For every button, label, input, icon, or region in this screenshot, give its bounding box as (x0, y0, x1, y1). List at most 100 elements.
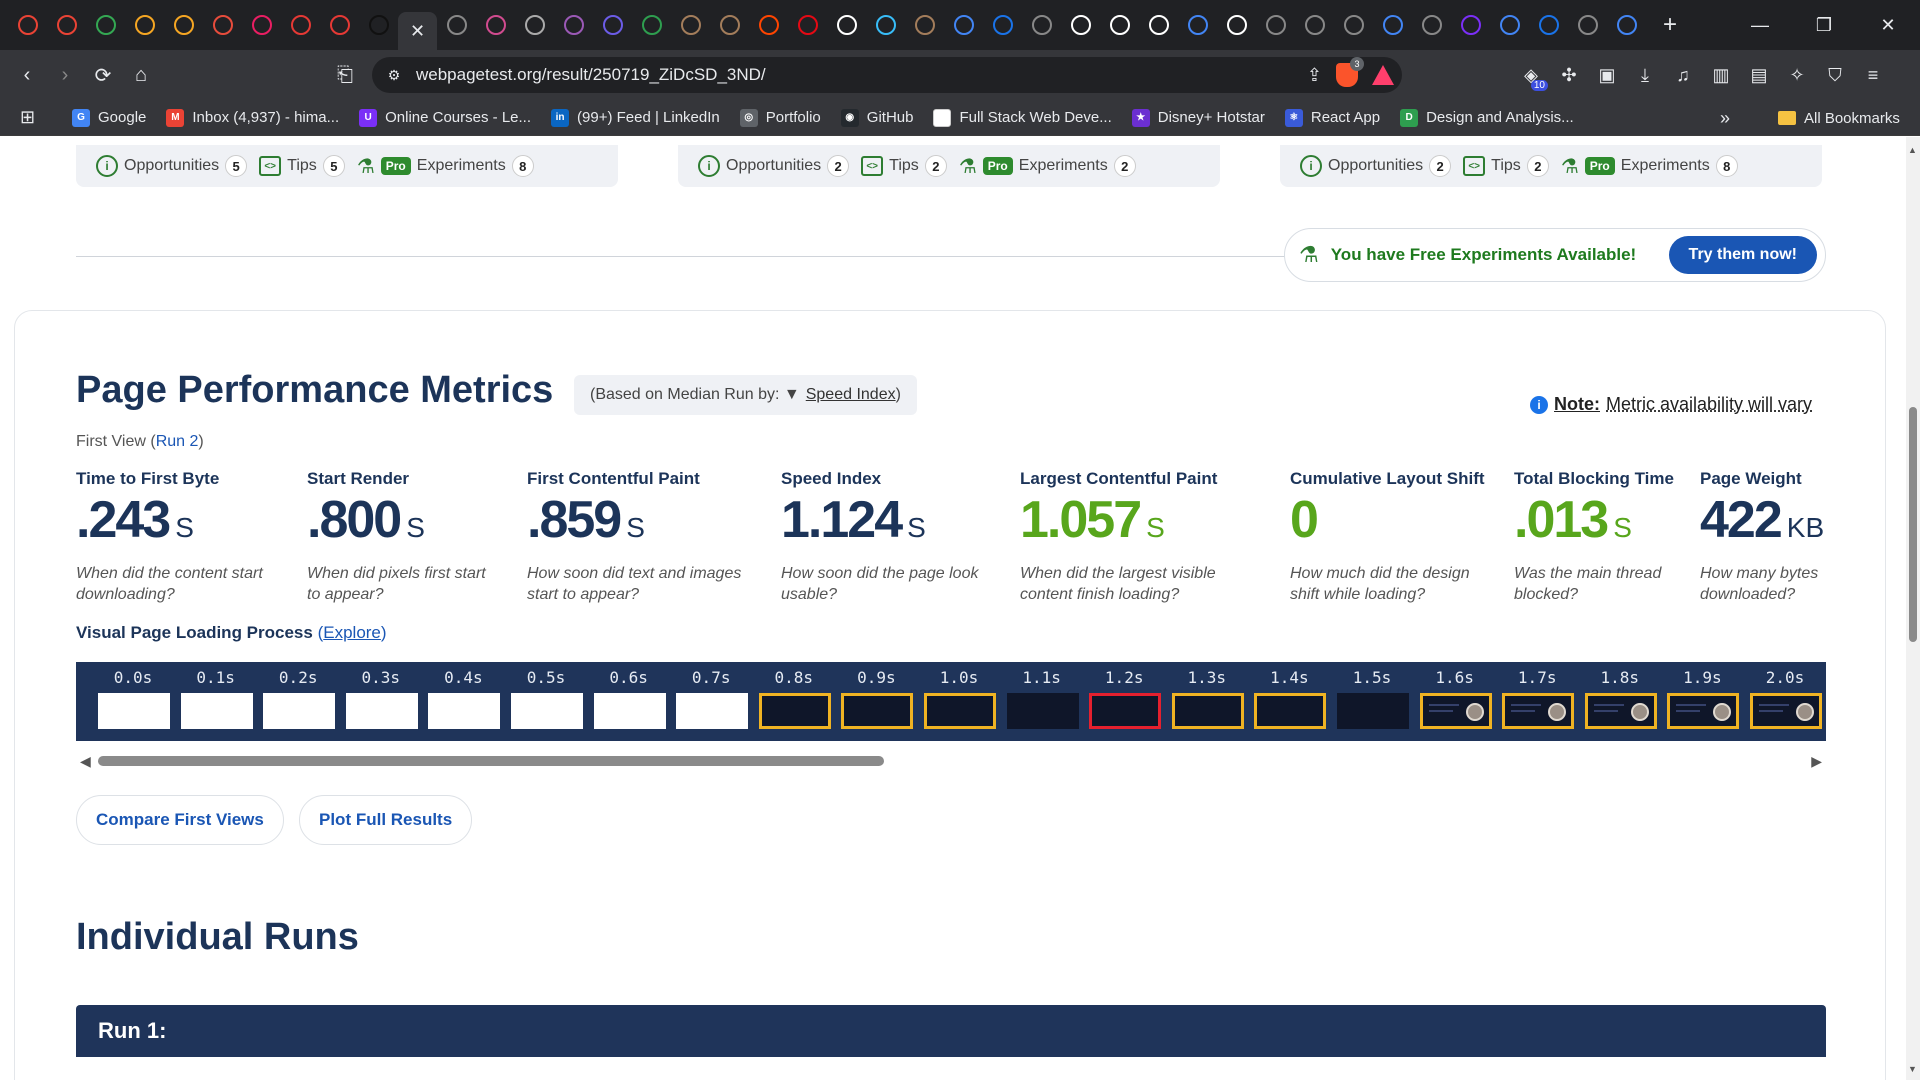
bookmark-item[interactable]: D Design and Analysis... (1400, 108, 1574, 127)
filmstrip-frame[interactable]: 0.3s (340, 662, 422, 741)
brave-shield-icon[interactable]: 3 (1336, 57, 1364, 87)
tab-favicon-icon[interactable] (1100, 5, 1139, 45)
opportunities-link[interactable]: i Opportunities 2 (1300, 155, 1452, 177)
scroll-left-icon[interactable]: ◀ (80, 753, 91, 770)
tab-favicon-icon[interactable] (86, 5, 125, 45)
filmstrip-frame[interactable]: 0.5s (505, 662, 587, 741)
filmstrip-frame[interactable]: 0.2s (257, 662, 339, 741)
experiments-link[interactable]: ⚗ Pro Experiments 2 (959, 154, 1136, 179)
filmstrip-frame[interactable]: 1.5s (1331, 662, 1413, 741)
tab-favicon-icon[interactable] (1256, 5, 1295, 45)
vpn-icon[interactable]: ⛉ (1816, 57, 1854, 93)
filmstrip-frame[interactable]: 1.3s (1166, 662, 1248, 741)
bookmark-item[interactable]: ◉ GitHub (840, 108, 913, 127)
bookmark-item[interactable]: in (99+) Feed | LinkedIn (551, 108, 720, 127)
tab-favicon-icon[interactable] (593, 5, 632, 45)
home-icon[interactable]: ⌂ (122, 56, 160, 94)
tab-favicon-icon[interactable] (1412, 5, 1451, 45)
explore-link[interactable]: Explore (323, 623, 381, 642)
filmstrip-frame[interactable]: 1.0s (918, 662, 1000, 741)
filmstrip-frame[interactable]: 0.7s (670, 662, 752, 741)
filmstrip-frame[interactable]: 2.0s (1744, 662, 1826, 741)
tab-favicon-icon[interactable] (281, 5, 320, 45)
scroll-down-icon[interactable]: ▼ (1908, 1064, 1917, 1074)
tab-favicon-icon[interactable] (437, 5, 476, 45)
apps-grid-icon[interactable]: ⊞ (20, 107, 48, 128)
bookmark-item[interactable]: ◎ Portfolio (739, 108, 821, 127)
tab-favicon-icon[interactable] (1334, 5, 1373, 45)
new-tab-button[interactable]: + (1654, 9, 1686, 41)
tab-favicon-icon[interactable] (1373, 5, 1412, 45)
page-scroll-thumb[interactable] (1909, 407, 1917, 642)
tab-favicon-icon[interactable] (1568, 5, 1607, 45)
tab-favicon-icon[interactable] (242, 5, 281, 45)
tab-favicon-icon[interactable] (47, 5, 86, 45)
experiments-link[interactable]: ⚗ Pro Experiments 8 (357, 154, 534, 179)
address-bar[interactable]: ⚙ webpagetest.org/result/250719_ZiDcSD_3… (372, 57, 1402, 93)
tab-favicon-icon[interactable] (203, 5, 242, 45)
back-icon[interactable]: ‹ (8, 56, 46, 94)
filmstrip-frame[interactable]: 1.1s (1001, 662, 1083, 741)
bookmark-icon[interactable]: ⎗ (327, 57, 363, 93)
compare-first-views-button[interactable]: Compare First Views (76, 795, 284, 845)
scroll-up-icon[interactable]: ▲ (1908, 145, 1917, 155)
filmstrip-frame[interactable]: 0.6s (588, 662, 670, 741)
tab-favicon-icon[interactable] (1061, 5, 1100, 45)
tab-favicon-icon[interactable] (554, 5, 593, 45)
run-1-header[interactable]: Run 1: (76, 1005, 1826, 1057)
filmstrip-scrollbar[interactable]: ◀ ▶ (76, 751, 1826, 771)
tab-favicon-icon[interactable] (515, 5, 554, 45)
tab-favicon-icon[interactable] (1139, 5, 1178, 45)
filmstrip-frame[interactable]: 0.9s (835, 662, 917, 741)
tab-favicon-icon[interactable] (632, 5, 671, 45)
scroll-right-icon[interactable]: ▶ (1811, 753, 1822, 770)
tab-favicon-icon[interactable] (1451, 5, 1490, 45)
tab-favicon-icon[interactable] (866, 5, 905, 45)
tab-favicon-icon[interactable] (164, 5, 203, 45)
median-metric-link[interactable]: Speed Index (806, 386, 896, 404)
tab-favicon-icon[interactable] (788, 5, 827, 45)
tips-link[interactable]: <> Tips 2 (861, 155, 947, 177)
filmstrip-frame[interactable]: 0.4s (422, 662, 504, 741)
bookmark-item[interactable]: Full Stack Web Deve... (933, 108, 1112, 127)
share-icon[interactable]: ⇪ (1307, 65, 1322, 86)
filmstrip-frame[interactable]: 1.9s (1661, 662, 1743, 741)
tips-link[interactable]: <> Tips 5 (259, 155, 345, 177)
bookmark-item[interactable]: U Online Courses - Le... (359, 108, 531, 127)
tab-favicon-icon[interactable] (905, 5, 944, 45)
filmstrip-frame[interactable]: 0.1s (175, 662, 257, 741)
scroll-thumb[interactable] (98, 756, 884, 766)
sidebar-icon[interactable]: ▥ (1702, 57, 1740, 93)
tab-favicon-icon[interactable] (944, 5, 983, 45)
tab-favicon-icon[interactable] (749, 5, 788, 45)
opportunities-link[interactable]: i Opportunities 5 (96, 155, 248, 177)
all-bookmarks[interactable]: All Bookmarks (1778, 100, 1900, 136)
tab-favicon-icon[interactable] (359, 5, 398, 45)
experiments-link[interactable]: ⚗ Pro Experiments 8 (1561, 154, 1738, 179)
menu-icon[interactable]: ≡ (1854, 57, 1892, 93)
forward-icon[interactable]: › (46, 56, 84, 94)
filmstrip-frame[interactable]: 1.6s (1414, 662, 1496, 741)
active-tab-close-icon[interactable]: ✕ (398, 12, 437, 50)
site-info-icon[interactable]: ⚙ (376, 67, 412, 84)
leo-ai-icon[interactable]: ✧ (1778, 57, 1816, 93)
tab-favicon-icon[interactable] (671, 5, 710, 45)
opportunities-link[interactable]: i Opportunities 2 (698, 155, 850, 177)
tab-favicon-icon[interactable] (1217, 5, 1256, 45)
bookmark-item[interactable]: G Google (72, 108, 146, 127)
bookmark-item[interactable]: ★ Disney+ Hotstar (1131, 108, 1265, 127)
more-bookmarks-icon[interactable]: » (1720, 100, 1730, 136)
tab-favicon-icon[interactable] (320, 5, 359, 45)
filmstrip-frame[interactable]: 0.0s (92, 662, 174, 741)
tab-favicon-icon[interactable] (983, 5, 1022, 45)
tab-favicon-icon[interactable] (1607, 5, 1646, 45)
tab-favicon-icon[interactable] (1529, 5, 1568, 45)
tab-favicon-icon[interactable] (1295, 5, 1334, 45)
download-icon[interactable]: ⤓ (1626, 57, 1664, 93)
restore-icon[interactable]: ❐ (1792, 0, 1856, 50)
try-them-now-button[interactable]: Try them now! (1668, 236, 1817, 274)
filmstrip-frame[interactable]: 0.8s (753, 662, 835, 741)
tab-favicon-icon[interactable] (827, 5, 866, 45)
extensions-puzzle-icon[interactable]: ✣ (1550, 57, 1588, 93)
page-scrollbar[interactable]: ▲ ▼ (1906, 137, 1920, 1080)
